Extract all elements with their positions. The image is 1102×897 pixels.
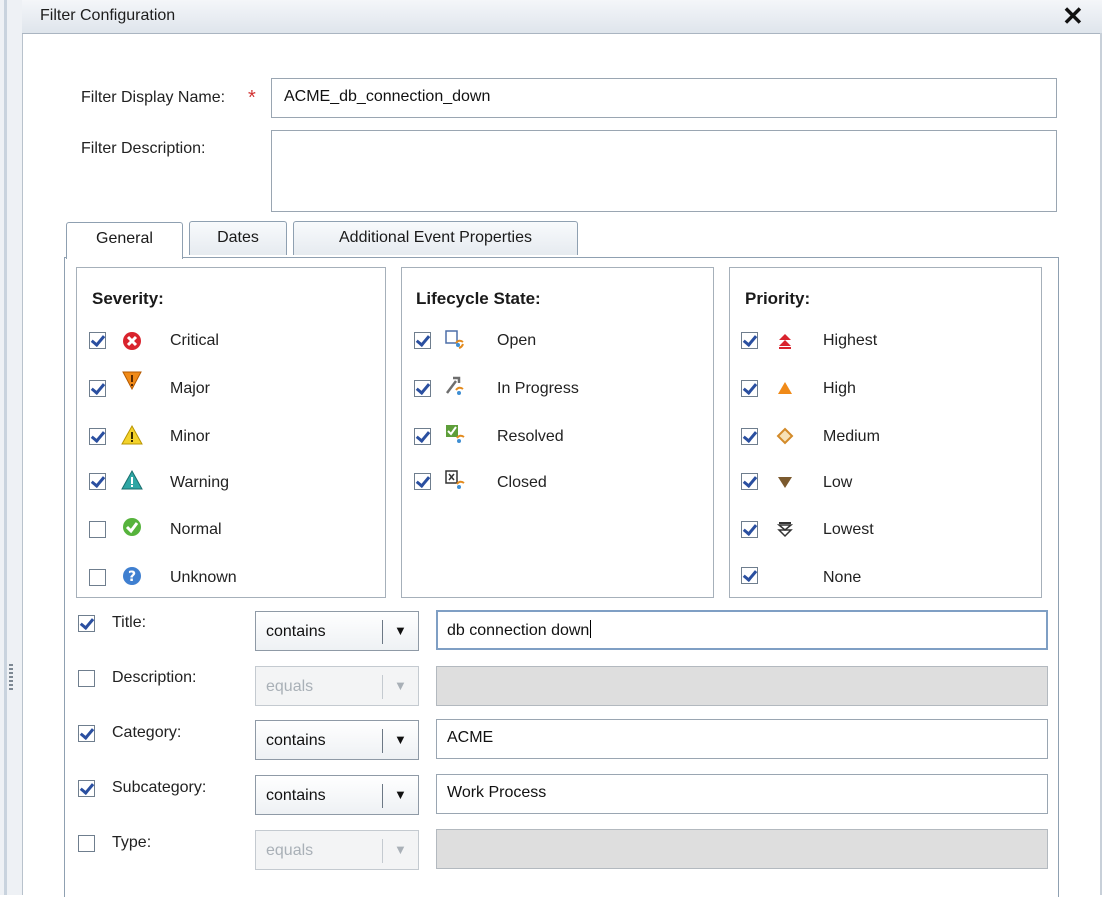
lifecycle-in-progress-checkbox[interactable] — [414, 380, 431, 397]
lifecycle-open-label: Open — [497, 332, 537, 349]
type-criterion-label: Type: — [112, 834, 152, 851]
description-criterion-checkbox[interactable] — [78, 670, 95, 687]
category-criterion-checkbox[interactable] — [78, 725, 95, 742]
lifecycle-open-checkbox[interactable] — [414, 332, 431, 349]
lifecycle-closed-label: Closed — [497, 474, 547, 491]
resize-grip[interactable] — [9, 664, 13, 690]
category-criterion-label: Category: — [112, 724, 182, 741]
tab-general[interactable]: General — [66, 222, 183, 259]
subcategory-criterion-label: Subcategory: — [112, 779, 207, 796]
description-operator-value: equals — [266, 678, 314, 695]
chevron-down-icon: ▼ — [394, 678, 407, 693]
resolved-icon — [446, 425, 465, 443]
severity-critical-label: Critical — [170, 332, 219, 349]
priority-medium-label: Medium — [823, 428, 880, 445]
priority-highest-checkbox[interactable] — [741, 332, 758, 349]
normal-icon — [123, 518, 141, 536]
severity-unknown-label: Unknown — [170, 569, 237, 586]
type-value-input[interactable] — [436, 829, 1048, 869]
subcategory-criterion-checkbox[interactable] — [78, 780, 95, 797]
title-criterion-checkbox[interactable] — [78, 615, 95, 632]
chevron-down-icon: ▼ — [394, 623, 407, 638]
severity-warning-label: Warning — [170, 474, 229, 491]
tab-additional-event-properties[interactable]: Additional Event Properties — [293, 221, 578, 255]
display-name-label: Filter Display Name: — [81, 89, 226, 106]
severity-minor-checkbox[interactable] — [89, 428, 106, 445]
description-value-input[interactable] — [436, 666, 1048, 706]
title-operator-value: contains — [266, 623, 326, 640]
subcategory-operator-value: contains — [266, 787, 326, 804]
critical-icon — [123, 332, 141, 350]
low-priority-icon — [778, 477, 792, 488]
description-input[interactable] — [271, 130, 1057, 212]
title-criterion-label: Title: — [112, 614, 147, 631]
title-value-input[interactable]: db connection down — [436, 610, 1048, 650]
unknown-icon: ? — [123, 567, 141, 585]
priority-lowest-label: Lowest — [823, 521, 874, 538]
lifecycle-in-progress-label: In Progress — [497, 380, 579, 397]
severity-major-checkbox[interactable] — [89, 380, 106, 397]
dialog-title: Filter Configuration — [40, 7, 176, 24]
description-criterion-label: Description: — [112, 669, 197, 686]
severity-title: Severity: — [92, 289, 164, 308]
lifecycle-resolved-label: Resolved — [497, 428, 564, 445]
priority-low-checkbox[interactable] — [741, 473, 758, 490]
medium-priority-icon — [776, 427, 794, 445]
type-criterion-checkbox[interactable] — [78, 835, 95, 852]
title-operator-dropdown[interactable]: contains ▼ — [255, 611, 419, 651]
major-icon — [122, 371, 142, 391]
severity-minor-label: Minor — [170, 428, 211, 445]
title-bar — [22, 0, 1102, 34]
chevron-down-icon: ▼ — [394, 732, 407, 747]
subcategory-operator-dropdown[interactable]: contains ▼ — [255, 775, 419, 815]
subcategory-value-input[interactable]: Work Process — [436, 774, 1048, 814]
severity-unknown-checkbox[interactable] — [89, 569, 106, 586]
in-progress-icon — [446, 376, 464, 395]
severity-normal-label: Normal — [170, 521, 222, 538]
lowest-priority-icon — [776, 522, 794, 538]
description-operator-dropdown[interactable]: equals ▼ — [255, 666, 419, 706]
category-value-input[interactable]: ACME — [436, 719, 1048, 759]
chevron-down-icon: ▼ — [394, 842, 407, 857]
chevron-down-icon: ▼ — [394, 787, 407, 802]
window-left-edge — [0, 0, 23, 895]
severity-critical-checkbox[interactable] — [89, 332, 106, 349]
closed-icon — [445, 470, 465, 489]
description-label: Filter Description: — [81, 140, 206, 157]
type-operator-value: equals — [266, 842, 314, 859]
title-value-text: db connection down — [447, 622, 590, 639]
minor-icon — [121, 424, 143, 445]
severity-major-label: Major — [170, 380, 211, 397]
lifecycle-closed-checkbox[interactable] — [414, 473, 431, 490]
required-marker: * — [248, 87, 256, 109]
tab-dates[interactable]: Dates — [189, 221, 287, 255]
priority-title: Priority: — [745, 289, 811, 308]
type-operator-dropdown[interactable]: equals ▼ — [255, 830, 419, 870]
open-state-icon — [445, 330, 464, 349]
lifecycle-resolved-checkbox[interactable] — [414, 428, 431, 445]
priority-lowest-checkbox[interactable] — [741, 521, 758, 538]
priority-low-label: Low — [823, 474, 853, 491]
warning-icon — [121, 469, 143, 490]
priority-none-label: None — [823, 569, 862, 586]
priority-none-checkbox[interactable] — [741, 567, 758, 584]
severity-warning-checkbox[interactable] — [89, 473, 106, 490]
display-name-input[interactable]: ACME_db_connection_down — [271, 78, 1057, 118]
svg-text:?: ? — [128, 569, 136, 585]
priority-high-checkbox[interactable] — [741, 380, 758, 397]
priority-highest-label: Highest — [823, 332, 878, 349]
high-priority-icon — [778, 382, 792, 394]
priority-high-label: High — [823, 380, 856, 397]
priority-medium-checkbox[interactable] — [741, 428, 758, 445]
category-operator-value: contains — [266, 732, 326, 749]
close-icon[interactable]: ✕ — [1062, 1, 1084, 31]
severity-normal-checkbox[interactable] — [89, 521, 106, 538]
category-operator-dropdown[interactable]: contains ▼ — [255, 720, 419, 760]
lifecycle-title: Lifecycle State: — [416, 289, 541, 308]
highest-priority-icon — [779, 334, 791, 349]
